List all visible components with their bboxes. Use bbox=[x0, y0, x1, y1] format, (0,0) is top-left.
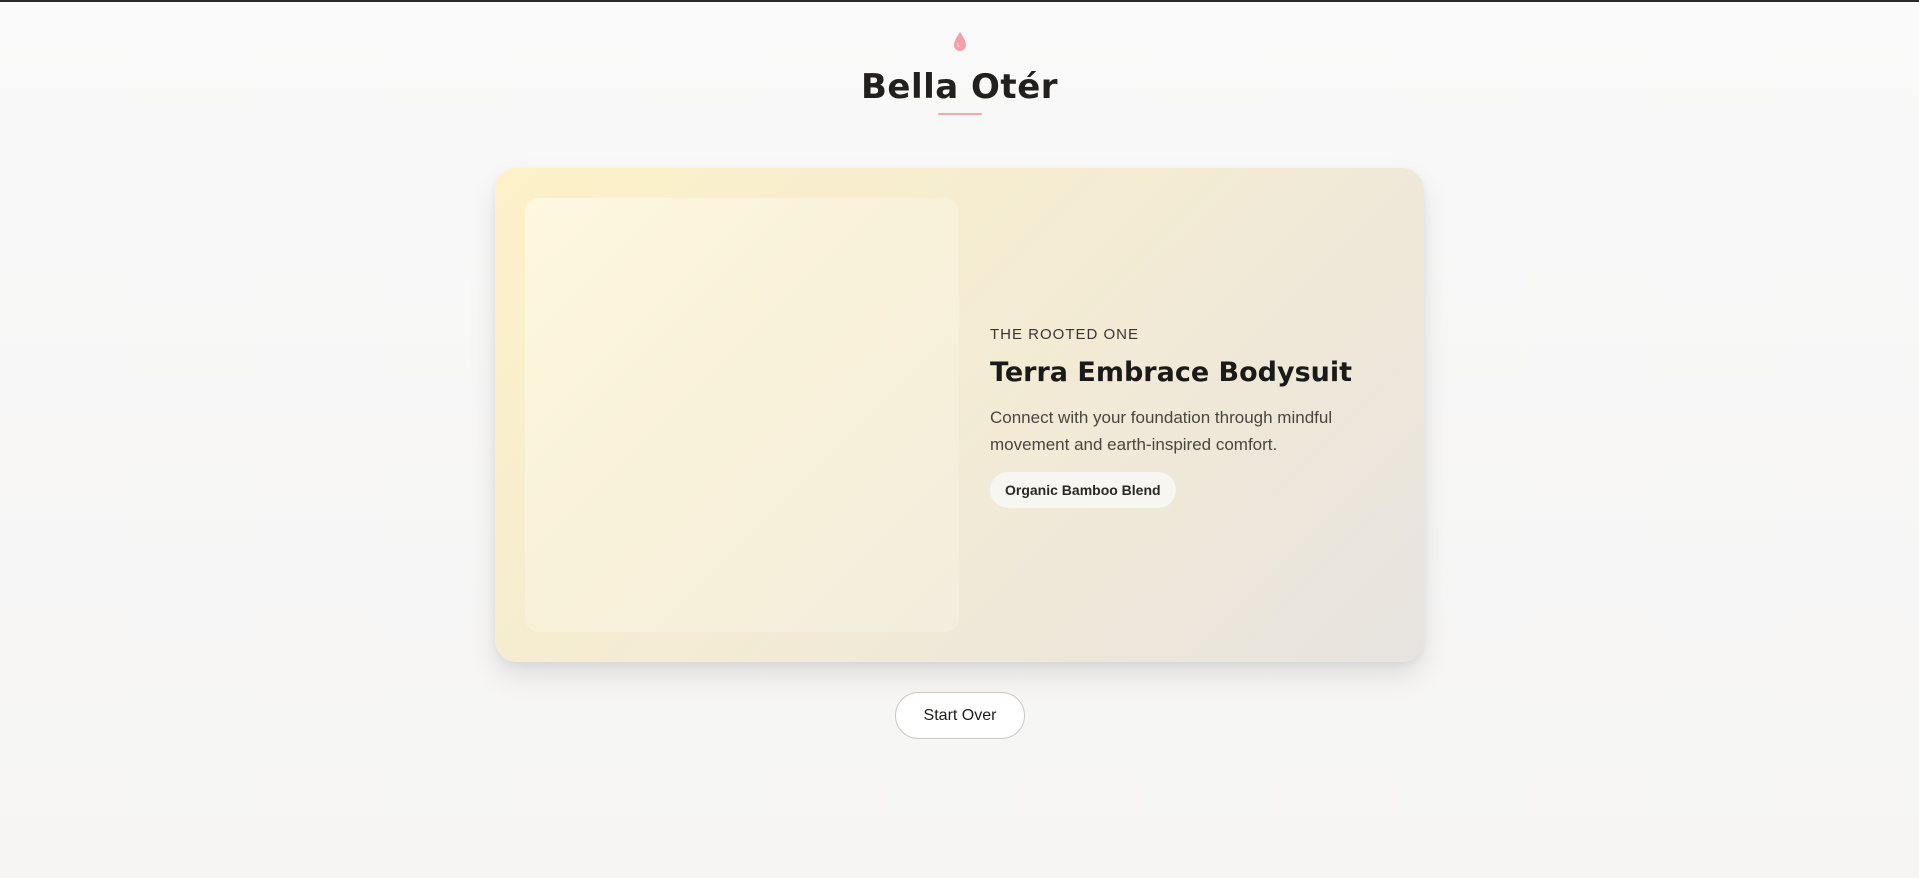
brand-title: Bella Otér bbox=[860, 67, 1059, 107]
product-description: Connect with your foundation through min… bbox=[990, 408, 1333, 454]
drop-icon bbox=[952, 30, 968, 54]
material-badge: Organic Bamboo Blend bbox=[990, 472, 1176, 508]
result-card: THE ROOTED ONE Terra Embrace Bodysuit Co… bbox=[495, 168, 1424, 662]
product-image-placeholder bbox=[525, 198, 959, 632]
top-border bbox=[0, 0, 1919, 2]
result-eyebrow: THE ROOTED ONE bbox=[990, 326, 1140, 343]
product-name: Terra Embrace Bodysuit bbox=[990, 357, 1353, 388]
brand-underline bbox=[937, 113, 982, 115]
brand-header: Bella Otér bbox=[0, 30, 1919, 115]
start-over-button[interactable]: Start Over bbox=[895, 692, 1025, 739]
product-info: THE ROOTED ONE Terra Embrace Bodysuit Co… bbox=[990, 326, 1390, 508]
